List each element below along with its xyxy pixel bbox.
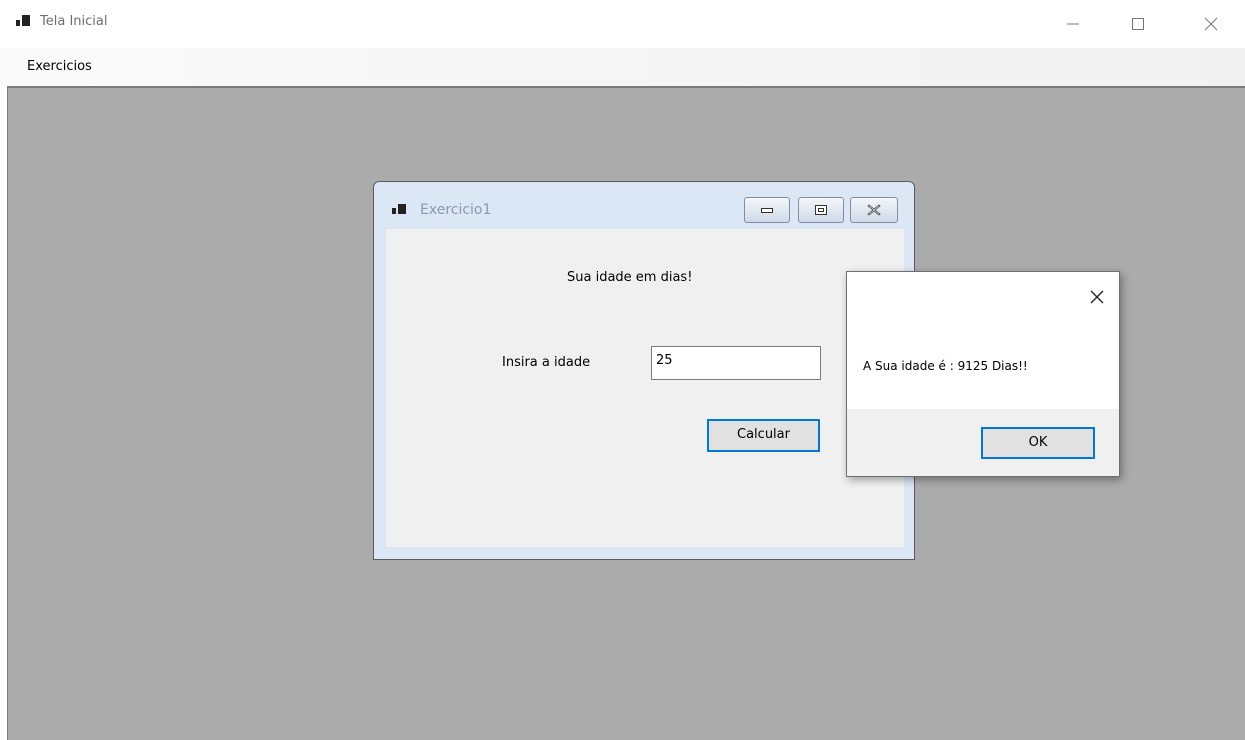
maximize-button[interactable] [1115, 0, 1161, 48]
close-button[interactable] [1188, 0, 1234, 48]
menu-item-exercicios[interactable]: Exercicios [27, 59, 92, 74]
child-window-client: Sua idade em dias! Insira a idade 25 Cal… [386, 229, 904, 547]
message-box-footer: OK [847, 409, 1119, 476]
message-box[interactable]: A Sua idade é : 9125 Dias!! OK [846, 271, 1120, 477]
minimize-button[interactable] [1050, 0, 1096, 48]
child-close-button[interactable] [850, 197, 898, 223]
window-title: Tela Inicial [40, 14, 108, 29]
minimize-icon [1067, 23, 1079, 25]
ok-button[interactable]: OK [981, 427, 1095, 459]
calculate-button[interactable]: Calcular [707, 419, 820, 452]
app-window-icon [16, 15, 32, 29]
age-input[interactable]: 25 [651, 346, 821, 380]
child-minimize-button[interactable] [744, 197, 790, 223]
close-icon [1204, 17, 1218, 31]
menu-bar: Exercicios [0, 48, 1245, 86]
child-window-exercicio1[interactable]: Exercicio1 Sua idade em dias! Insira a i… [373, 181, 915, 560]
child-window-title: Exercicio1 [420, 202, 492, 218]
age-input-label: Insira a idade [502, 355, 591, 370]
close-icon [867, 204, 881, 216]
minimize-icon [761, 208, 773, 213]
maximize-icon [1132, 18, 1144, 30]
heading-label: Sua idade em dias! [567, 270, 693, 285]
maximize-icon [815, 205, 827, 215]
message-box-close-button[interactable] [1087, 287, 1107, 307]
close-icon [1090, 290, 1104, 304]
child-window-icon [392, 204, 408, 218]
message-text: A Sua idade é : 9125 Dias!! [863, 359, 1028, 373]
main-title-bar[interactable]: Tela Inicial [0, 0, 1245, 48]
child-maximize-button[interactable] [798, 197, 844, 223]
